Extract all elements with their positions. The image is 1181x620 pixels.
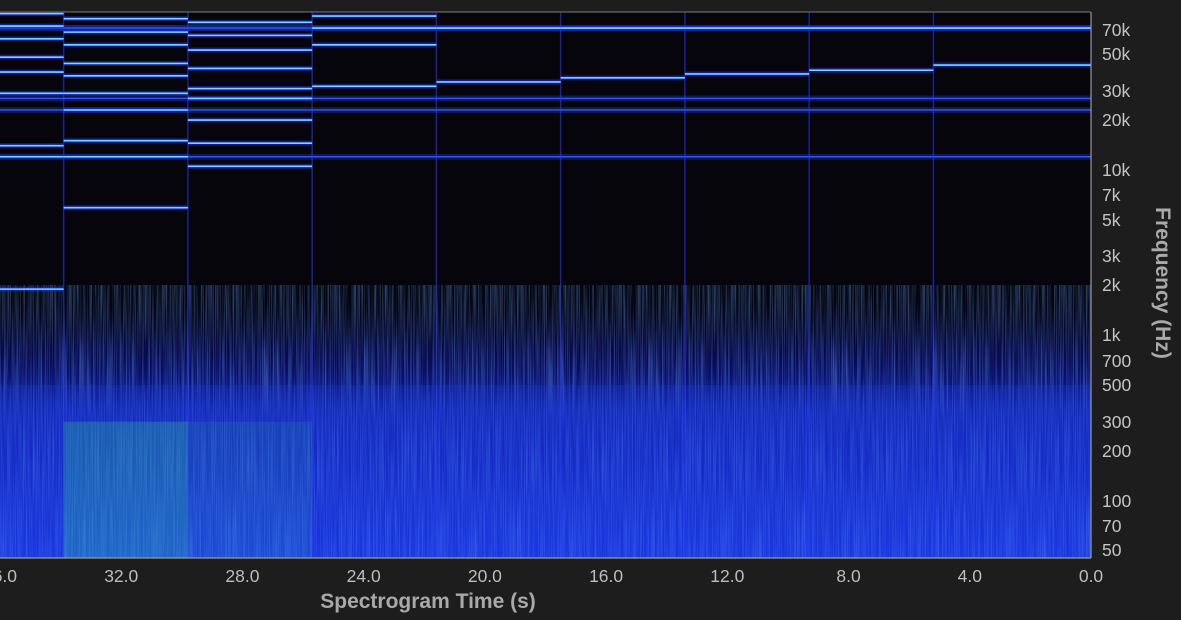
y-tick-label: 1k bbox=[1102, 325, 1121, 346]
y-tick-label: 70k bbox=[1102, 20, 1131, 41]
y-tick-label: 300 bbox=[1102, 411, 1132, 432]
y-tick-label: 50k bbox=[1102, 44, 1131, 65]
x-tick-label: 20.0 bbox=[467, 566, 502, 586]
y-tick-label: 70 bbox=[1102, 516, 1122, 537]
y-tick-label: 700 bbox=[1102, 350, 1132, 371]
segment-energy-burst bbox=[187, 421, 313, 558]
x-tick-label: 8.0 bbox=[836, 566, 861, 586]
x-tick-label: 16.0 bbox=[589, 566, 624, 586]
x-axis-label: Spectrogram Time (s) bbox=[320, 590, 536, 613]
x-tick-label: 36.0 bbox=[0, 566, 18, 586]
y-tick-label: 10k bbox=[1102, 159, 1131, 180]
spectrogram-figure bbox=[0, 11, 1092, 559]
y-tick-label: 5k bbox=[1102, 209, 1121, 230]
y-axis-label: Frequency (Hz) bbox=[1151, 207, 1174, 359]
y-tick-label: 3k bbox=[1102, 246, 1121, 267]
y-tick-label: 500 bbox=[1102, 375, 1132, 396]
y-tick-label: 7k bbox=[1102, 185, 1121, 206]
x-tick-label: 0.0 bbox=[1078, 566, 1104, 586]
x-tick-label: 12.0 bbox=[710, 566, 745, 586]
y-tick-label: 50 bbox=[1102, 540, 1122, 561]
y-tick-label: 2k bbox=[1102, 275, 1121, 296]
y-tick-label: 100 bbox=[1102, 490, 1132, 511]
x-tick-label: 24.0 bbox=[346, 566, 381, 586]
x-tick-label: 28.0 bbox=[225, 566, 260, 586]
y-tick-label: 30k bbox=[1102, 80, 1131, 101]
x-tick-label: 4.0 bbox=[957, 566, 982, 586]
x-tick-label: 32.0 bbox=[104, 566, 139, 586]
y-tick-label: 20k bbox=[1102, 110, 1131, 131]
y-tick-label: 200 bbox=[1102, 440, 1132, 461]
segment-energy-burst bbox=[63, 421, 188, 558]
